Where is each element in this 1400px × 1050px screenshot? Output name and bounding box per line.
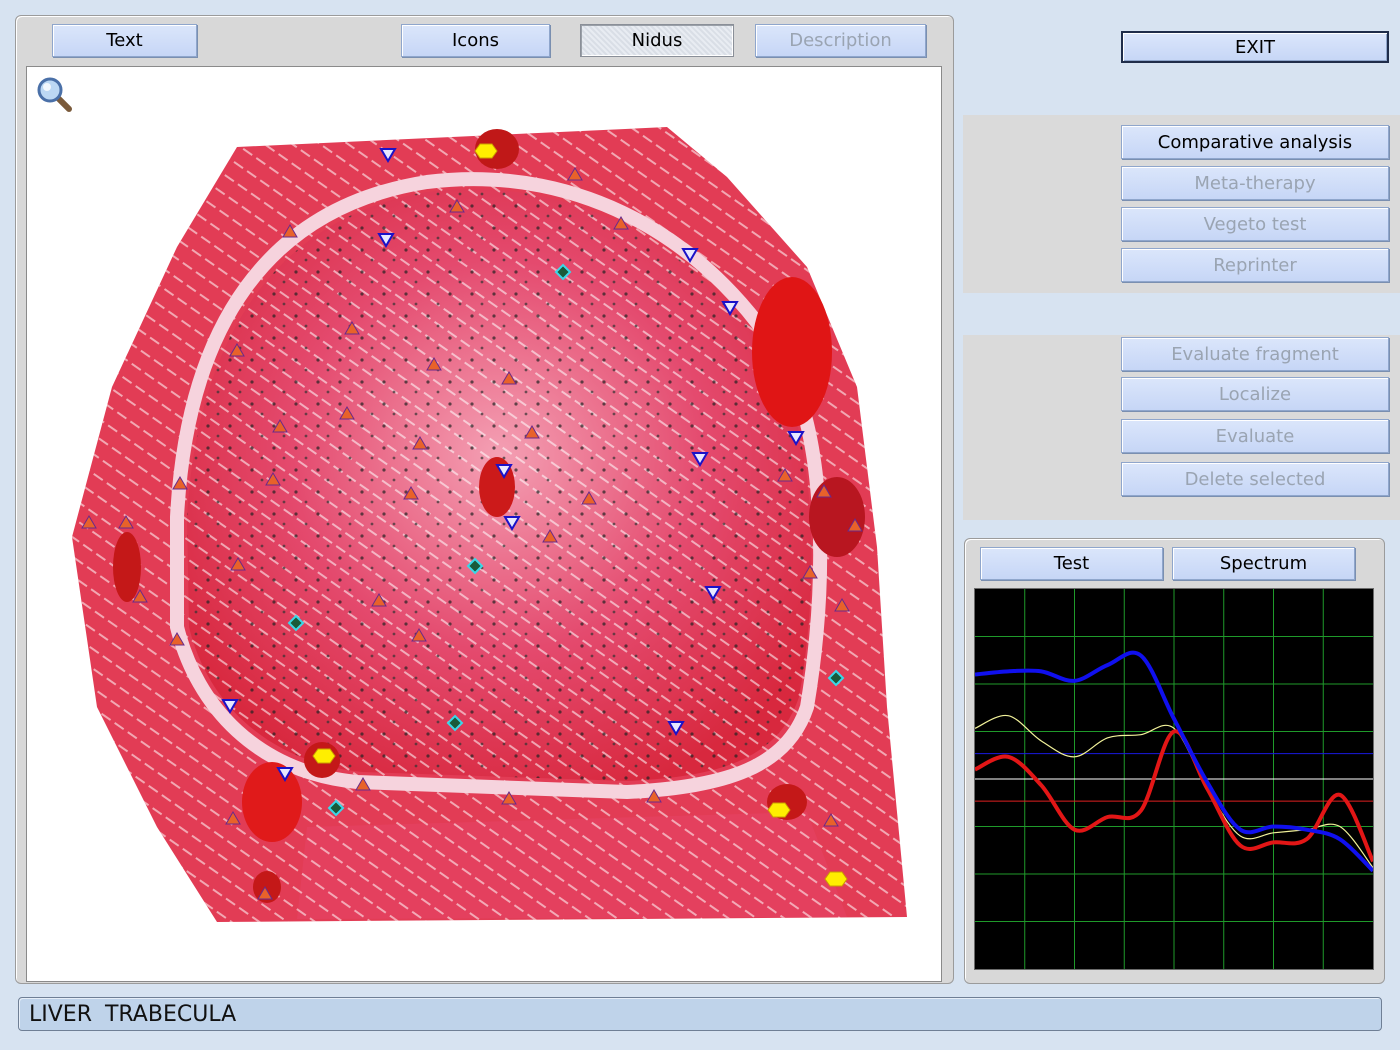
tab-icons[interactable]: Icons bbox=[401, 24, 550, 57]
comparative-analysis-label: Comparative analysis bbox=[1157, 131, 1353, 153]
vegeto-test-button[interactable]: Vegeto test bbox=[1121, 207, 1389, 241]
tab-nidus-label: Nidus bbox=[631, 30, 683, 51]
tab-description[interactable]: Description bbox=[755, 24, 926, 57]
localize-label: Localize bbox=[1218, 383, 1292, 405]
test-graph-plot bbox=[974, 589, 1375, 969]
vegeto-test-label: Vegeto test bbox=[1203, 213, 1307, 235]
tab-nidus[interactable]: Nidus bbox=[580, 24, 734, 57]
evaluate-fragment-button[interactable]: Evaluate fragment bbox=[1121, 337, 1389, 371]
comparative-analysis-button[interactable]: Comparative analysis bbox=[1121, 125, 1389, 159]
reprinter-label: Reprinter bbox=[1213, 254, 1297, 276]
tab-text[interactable]: Text bbox=[52, 24, 197, 57]
evaluate-fragment-label: Evaluate fragment bbox=[1171, 343, 1339, 365]
magnifier-icon[interactable] bbox=[35, 75, 75, 115]
tab-description-label: Description bbox=[789, 30, 892, 51]
tab-icons-label: Icons bbox=[451, 30, 499, 51]
tab-spectrum-label: Spectrum bbox=[1219, 553, 1308, 574]
delete-selected-label: Delete selected bbox=[1184, 468, 1326, 490]
exit-button[interactable]: EXIT bbox=[1121, 31, 1389, 63]
tab-text-label: Text bbox=[106, 30, 143, 51]
exit-button-label: EXIT bbox=[1234, 36, 1275, 58]
test-graph bbox=[974, 588, 1375, 970]
evaluate-label: Evaluate bbox=[1215, 425, 1295, 447]
tab-test-label: Test bbox=[1053, 553, 1090, 574]
tab-spectrum[interactable]: Spectrum bbox=[1172, 547, 1355, 580]
organ-name-label: LIVER TRABECULA bbox=[29, 1002, 237, 1027]
tissue-image-viewer[interactable] bbox=[26, 66, 942, 982]
evaluate-button[interactable]: Evaluate bbox=[1121, 419, 1389, 453]
meta-therapy-label: Meta-therapy bbox=[1194, 172, 1316, 194]
reprinter-button[interactable]: Reprinter bbox=[1121, 248, 1389, 282]
tab-test[interactable]: Test bbox=[980, 547, 1163, 580]
delete-selected-button[interactable]: Delete selected bbox=[1121, 462, 1389, 496]
localize-button[interactable]: Localize bbox=[1121, 377, 1389, 411]
liver-trabecula-image bbox=[72, 127, 907, 922]
meta-therapy-button[interactable]: Meta-therapy bbox=[1121, 166, 1389, 200]
status-bar: LIVER TRABECULA bbox=[18, 997, 1382, 1031]
